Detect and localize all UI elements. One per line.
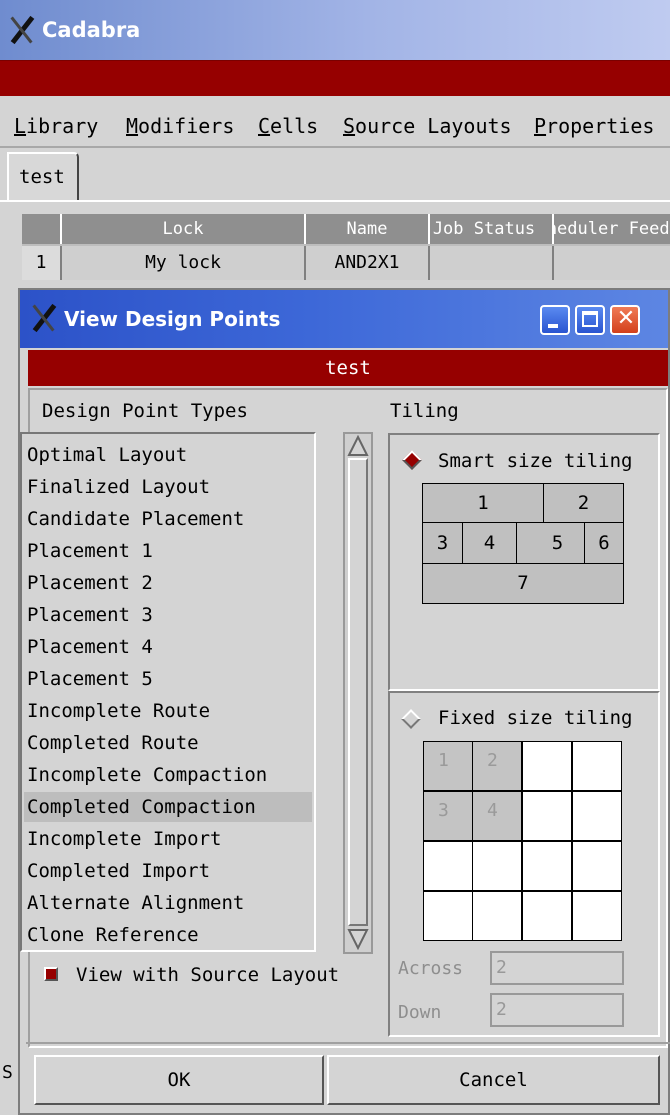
fixed-tile: 1: [423, 741, 473, 791]
x-logo-icon: [8, 15, 36, 45]
fixed-tile-empty: [423, 891, 473, 941]
fixed-tile-empty: [572, 791, 622, 841]
cell-name[interactable]: AND2X1: [306, 246, 430, 280]
cell-job-status[interactable]: [430, 246, 554, 280]
down-label: Down: [398, 1002, 442, 1023]
cell-lock[interactable]: My lock: [62, 246, 306, 280]
column-header-scheduler-feedback[interactable]: Scheduler Feed: [554, 214, 670, 244]
main-window-banner: [0, 60, 670, 96]
table-corner: [22, 214, 62, 244]
close-icon: ✕: [616, 306, 636, 331]
smart-tile: 4: [462, 522, 517, 564]
x-logo-icon: [30, 303, 58, 333]
column-header-name[interactable]: Name: [306, 214, 430, 244]
tab-divider: [0, 200, 670, 202]
fixed-tile: 4: [472, 791, 522, 841]
list-item[interactable]: Clone Reference: [24, 920, 312, 950]
fixed-tile: 3: [423, 791, 473, 841]
fixed-tile-empty: [522, 741, 572, 791]
menu-modifiers[interactable]: Modifiers: [126, 114, 234, 138]
across-label: Across: [398, 958, 464, 979]
scroll-up-arrow-icon[interactable]: [347, 435, 369, 457]
view-with-source-label: View with Source Layout: [76, 964, 340, 986]
scroll-down-arrow-icon[interactable]: [347, 928, 369, 950]
list-item[interactable]: Completed Import: [24, 856, 312, 886]
maximize-button[interactable]: [575, 305, 605, 335]
list-item[interactable]: Placement 5: [24, 664, 312, 694]
menu-library[interactable]: Library: [14, 114, 98, 138]
down-input[interactable]: 2: [490, 993, 624, 1027]
list-item[interactable]: Finalized Layout: [24, 472, 312, 502]
smart-tile: 7: [422, 563, 624, 604]
fixed-tile-empty: [522, 841, 572, 891]
cells-table: Lock Name Job Status Scheduler Feed 1 My…: [22, 214, 670, 280]
list-item[interactable]: Placement 4: [24, 632, 312, 662]
smart-tile: 5: [516, 522, 585, 564]
fixed-tile-empty: [572, 741, 622, 791]
fixed-tile: 2: [472, 741, 522, 791]
menu-properties[interactable]: Properties: [534, 114, 654, 138]
row-header[interactable]: 1: [22, 246, 62, 280]
scroll-thumb[interactable]: [348, 458, 368, 926]
tab-test[interactable]: test: [7, 152, 79, 200]
fixed-tile-empty: [472, 841, 522, 891]
dialog-title: View Design Points: [64, 307, 281, 331]
smart-tiling-label[interactable]: Smart size tiling: [438, 450, 632, 472]
button-separator: [26, 1042, 670, 1044]
minimize-icon: [548, 324, 558, 328]
list-item[interactable]: Optimal Layout: [24, 440, 312, 470]
minimize-button[interactable]: [540, 305, 570, 335]
list-item[interactable]: Placement 3: [24, 600, 312, 630]
list-item[interactable]: Completed Route: [24, 728, 312, 758]
list-item[interactable]: Incomplete Route: [24, 696, 312, 726]
list-item-selected[interactable]: Completed Compaction: [24, 792, 312, 822]
smart-tile: 3: [422, 522, 463, 564]
ok-button[interactable]: OK: [34, 1055, 324, 1105]
list-item[interactable]: Placement 2: [24, 568, 312, 598]
list-item[interactable]: Candidate Placement: [24, 504, 312, 534]
smart-tile: 6: [584, 522, 624, 564]
main-window-titlebar[interactable]: Cadabra: [0, 0, 670, 60]
list-scrollbar[interactable]: [343, 432, 373, 954]
fixed-tile-empty: [522, 891, 572, 941]
dialog-titlebar[interactable]: View Design Points ✕: [20, 290, 668, 348]
fixed-tiling-label[interactable]: Fixed size tiling: [438, 707, 632, 729]
across-input[interactable]: 2: [490, 951, 624, 985]
dialog-banner: test: [28, 350, 668, 386]
column-header-lock[interactable]: Lock: [62, 214, 306, 244]
fixed-tile-empty: [423, 841, 473, 891]
menu-source-layouts[interactable]: Source Layouts: [343, 114, 512, 138]
tiling-label: Tiling: [390, 400, 459, 422]
menu-cells[interactable]: Cells: [258, 114, 318, 138]
close-button[interactable]: ✕: [610, 305, 640, 335]
list-item[interactable]: Placement 1: [24, 536, 312, 566]
tab-label: test: [19, 166, 65, 188]
view-with-source-checkbox[interactable]: [44, 967, 58, 981]
background-fragment: S: [2, 1062, 13, 1083]
fixed-tile-empty: [572, 891, 622, 941]
design-point-types-list[interactable]: Optimal Layout Finalized Layout Candidat…: [20, 432, 316, 952]
smart-tile: 2: [543, 483, 624, 523]
fixed-tile-empty: [522, 791, 572, 841]
maximize-icon: [582, 311, 598, 327]
list-item[interactable]: Incomplete Compaction: [24, 760, 312, 790]
column-header-job-status[interactable]: Job Status: [430, 214, 554, 244]
list-item[interactable]: Alternate Alignment: [24, 888, 312, 918]
cancel-button[interactable]: Cancel: [327, 1055, 660, 1105]
list-item[interactable]: Incomplete Import: [24, 824, 312, 854]
smart-tile: 1: [422, 483, 544, 523]
fixed-tile-empty: [472, 891, 522, 941]
design-point-types-label: Design Point Types: [42, 400, 248, 422]
fixed-tile-empty: [572, 841, 622, 891]
main-window-title: Cadabra: [42, 18, 141, 42]
cell-scheduler-feedback[interactable]: [554, 246, 670, 280]
menu-bar: Library Modifiers Cells Source Layouts P…: [0, 98, 670, 148]
